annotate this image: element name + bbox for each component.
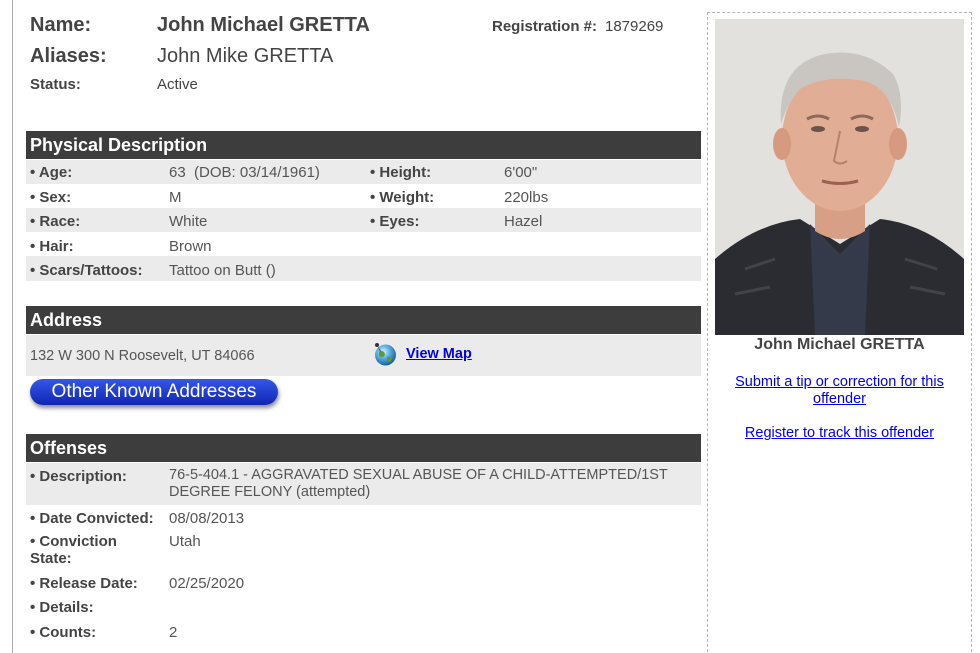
hair-label: • Hair: [30,238,74,255]
description-value: 76-5-404.1 - AGGRAVATED SEXUAL ABUSE OF … [169,467,668,500]
status-label: Status: [30,76,81,93]
conviction-state-label: • Conviction State: [30,533,117,567]
offense-row-description: • Description: 76-5-404.1 - AGGRAVATED S… [26,463,701,505]
scars-tattoos-label: • Scars/Tattoos: [30,262,143,279]
register-track-link[interactable]: Register to track this offender [708,425,971,442]
registration-number: 1879269 [605,18,664,35]
offenses-header: Offenses [26,434,701,462]
offender-details: Name: John Michael GRETTA Aliases: John … [26,0,701,653]
race-label: • Race: [30,213,81,230]
offender-photo [715,19,964,335]
physical-row-race: • Race: White • Eyes: Hazel [26,208,701,232]
offense-row-conviction-state: • Conviction State: Utah [26,530,701,570]
offender-name: John Michael GRETTA [157,14,370,36]
age-label: • Age: [30,164,73,181]
conviction-state-value: Utah [169,533,201,550]
status-value: Active [157,76,198,93]
hair-value: Brown [169,238,212,255]
sidebar-offender-name: John Michael GRETTA [754,336,925,353]
submit-tip-link[interactable]: Submit a tip or correction for this offe… [708,374,971,408]
age-value: 63 (DOB: 03/14/1961) [169,164,320,181]
address-row: 132 W 300 N Roosevelt, UT 84066 View Map [26,335,701,376]
name-label: Name: [30,14,92,36]
physical-description-header: Physical Description [26,131,701,159]
weight-label: • Weight: [370,189,435,206]
eyes-value: Hazel [504,213,543,230]
offense-row-release-date: • Release Date: 02/25/2020 [26,570,701,594]
counts-label: • Counts: [30,624,97,641]
eyes-label: • Eyes: [370,213,420,230]
registration-label: Registration #: [492,18,598,35]
page-left-border [12,0,13,653]
offense-row-details: • Details: [26,594,701,618]
offender-sidebar: John Michael GRETTA Submit a tip or corr… [707,12,972,653]
physical-row-sex: • Sex: M • Weight: 220lbs [26,184,701,208]
other-known-addresses-button[interactable]: Other Known Addresses [30,379,278,405]
aliases-label: Aliases: [30,45,107,67]
height-value: 6'00" [504,164,538,181]
counts-value: 2 [169,624,178,641]
address-value: 132 W 300 N Roosevelt, UT 84066 [30,348,255,364]
date-convicted-label: • Date Convicted: [30,510,154,527]
weight-value: 220lbs [504,189,549,206]
details-label: • Details: [30,599,94,616]
description-label: • Description: [30,468,127,485]
sex-label: • Sex: [30,189,72,206]
physical-row-scars: • Scars/Tattoos: Tattoo on Butt () [26,256,701,281]
physical-row-age: • Age: 63 (DOB: 03/14/1961) • Height: 6'… [26,160,701,184]
scars-tattoos-value: Tattoo on Butt () [169,262,276,279]
sex-value: M [169,189,182,206]
date-convicted-value: 08/08/2013 [169,510,245,527]
race-value: White [169,213,208,230]
release-date-label: • Release Date: [30,575,138,592]
release-date-value: 02/25/2020 [169,575,245,592]
offense-row-date-convicted: • Date Convicted: 08/08/2013 [26,505,701,529]
globe-map-icon[interactable] [372,340,399,367]
height-label: • Height: [370,164,432,181]
address-header: Address [26,306,701,334]
view-map-link[interactable]: View Map [406,346,472,362]
aliases-value: John Mike GRETTA [157,45,334,67]
physical-row-hair: • Hair: Brown [26,232,701,256]
offense-row-counts: • Counts: 2 [26,619,701,643]
